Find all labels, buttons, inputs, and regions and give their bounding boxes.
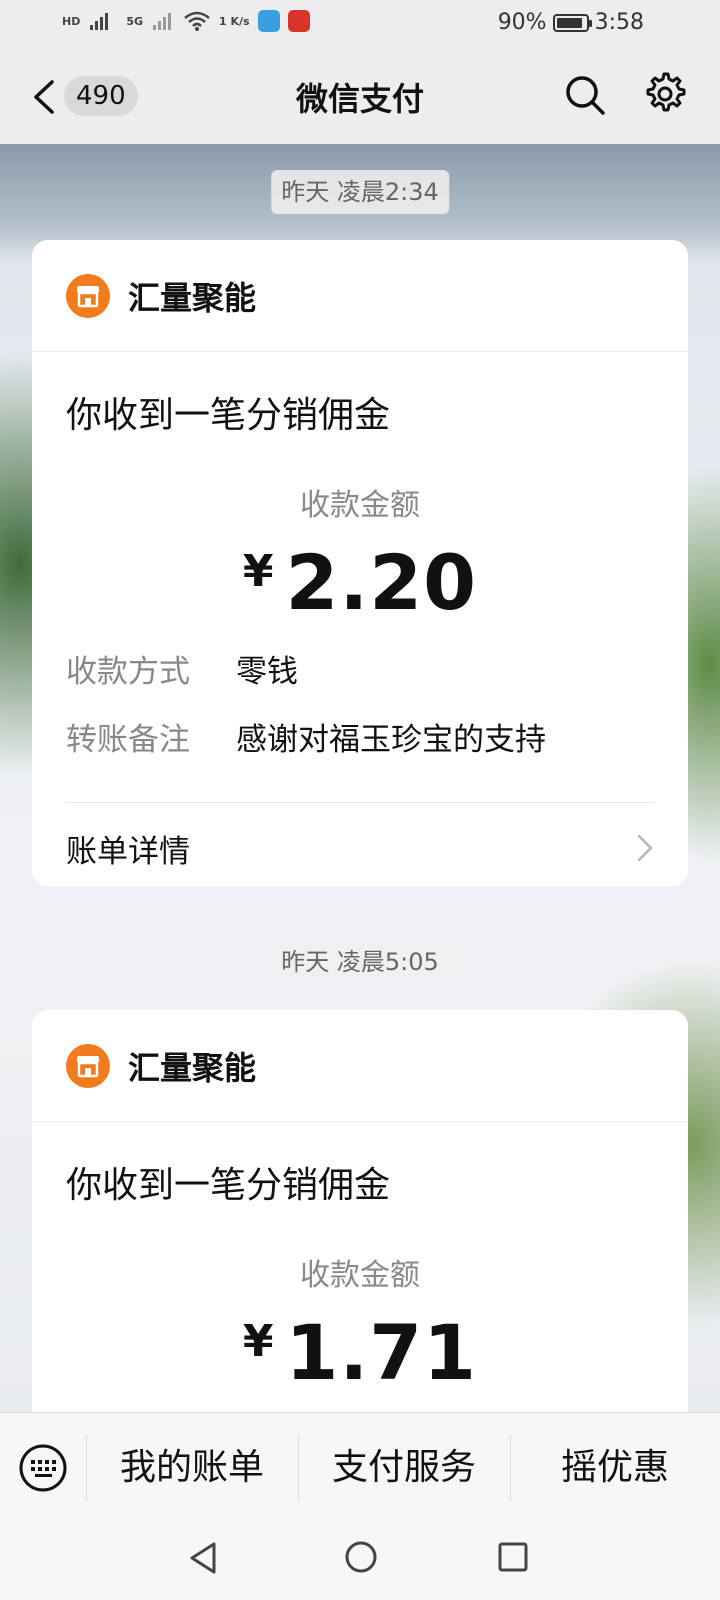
row-value: 感谢对福玉珍宝的支持	[236, 722, 546, 758]
search-icon[interactable]	[562, 72, 608, 118]
info-row-payment-method: 收款方式 零钱	[66, 646, 654, 691]
bill-detail-link[interactable]: 账单详情	[66, 803, 654, 886]
signal-icon	[90, 13, 109, 30]
card-header: 汇量聚能	[32, 240, 688, 352]
amount-label: 收款金额	[300, 488, 420, 523]
timestamp-pill: 昨天 凌晨2:34	[271, 170, 449, 214]
nav-back-icon[interactable]	[186, 1540, 220, 1576]
bottom-menu: 我的账单 支付服务 摇优惠	[0, 1412, 720, 1522]
merchant-name: 汇量聚能	[128, 1048, 257, 1087]
unread-count-badge[interactable]: 490	[64, 76, 138, 116]
row-key: 收款方式	[66, 654, 190, 690]
bill-detail-label: 账单详情	[66, 833, 190, 870]
weather-app-icon	[257, 10, 280, 32]
merchant-name: 汇量聚能	[128, 278, 257, 317]
net-speed: 1 K/s	[219, 14, 250, 28]
amount: ¥1.71	[32, 1308, 688, 1397]
network-type: 5G	[126, 14, 144, 28]
row-key: 转账备注	[66, 722, 190, 758]
amount-label: 收款金额	[300, 1258, 420, 1293]
menu-my-bills[interactable]: 我的账单	[86, 1413, 298, 1523]
status-bar: HD 5G 1 K/s 90% 3:58	[0, 0, 720, 50]
hd-indicator: HD	[62, 14, 81, 28]
battery-icon	[552, 13, 592, 32]
card-header: 汇量聚能	[32, 1010, 688, 1122]
gear-icon[interactable]	[640, 70, 688, 118]
store-icon	[66, 1043, 110, 1088]
store-icon	[66, 273, 110, 318]
info-row-remark: 转账备注 感谢对福玉珍宝的支持	[66, 714, 654, 759]
keyboard-icon[interactable]	[18, 1443, 68, 1493]
message-list[interactable]: 昨天 凌晨2:34 汇量聚能 你收到一笔分销佣金 收款金额 ¥2.20 收款方式…	[0, 144, 720, 1412]
nav-home-icon[interactable]	[344, 1540, 378, 1574]
row-value: 零钱	[236, 654, 298, 690]
clock: 3:58	[594, 10, 644, 35]
news-app-icon	[287, 10, 310, 32]
battery-fill	[556, 17, 582, 28]
message-title: 你收到一笔分销佣金	[66, 1165, 391, 1206]
amount-value: 1.71	[285, 1308, 478, 1397]
battery-percent: 90%	[497, 10, 547, 35]
wifi-icon	[184, 11, 210, 31]
payment-card[interactable]: 汇量聚能 你收到一笔分销佣金 收款金额 ¥1.71	[32, 1010, 688, 1412]
amount-value: 2.20	[285, 538, 478, 627]
status-right: 90% 3:58	[498, 10, 644, 35]
menu-payment-services[interactable]: 支付服务	[298, 1413, 510, 1523]
timestamp-pill: 昨天 凌晨5:05	[271, 940, 449, 984]
message-title: 你收到一笔分销佣金	[66, 395, 391, 436]
currency-symbol: ¥	[242, 1316, 274, 1367]
system-nav-bar	[0, 1522, 720, 1600]
currency-symbol: ¥	[242, 546, 274, 597]
menu-shake-deals[interactable]: 摇优惠	[510, 1413, 720, 1523]
chevron-left-icon[interactable]	[28, 78, 62, 116]
nav-recents-icon[interactable]	[498, 1542, 528, 1572]
navbar: 490 微信支付	[0, 50, 720, 144]
status-left: HD 5G 1 K/s	[62, 10, 310, 32]
chevron-right-icon	[637, 834, 653, 862]
amount: ¥2.20	[32, 538, 688, 627]
payment-card[interactable]: 汇量聚能 你收到一笔分销佣金 收款金额 ¥2.20 收款方式 零钱 转账备注 感…	[32, 240, 688, 886]
signal-icon-2	[153, 13, 172, 30]
